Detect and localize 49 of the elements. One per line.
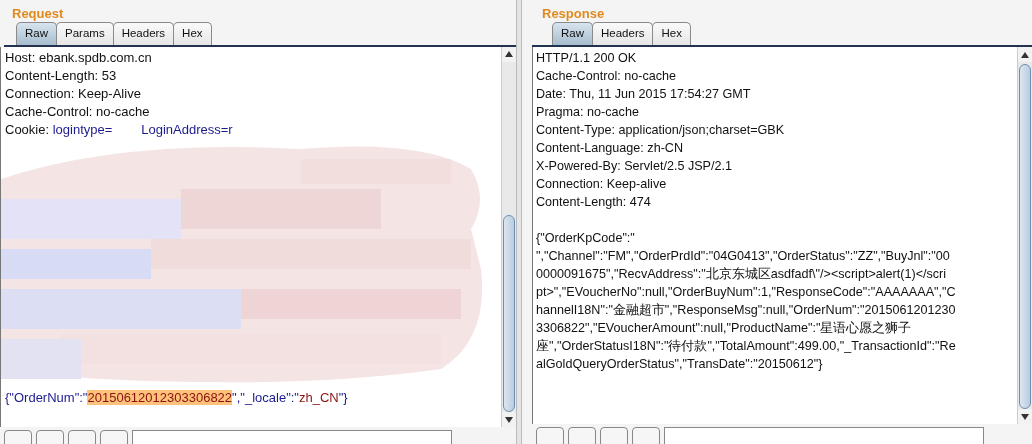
pane-title: Request: [11, 5, 65, 22]
toolbar-button[interactable]: [536, 427, 564, 444]
code-line: Host: ebank.spdb.com.cn: [5, 49, 152, 67]
tab[interactable]: Raw: [16, 22, 57, 45]
scrollbar-thumb[interactable]: [1019, 64, 1031, 409]
scrollbar-thumb[interactable]: [503, 214, 515, 413]
toolbar-button[interactable]: [568, 427, 596, 444]
toolbar-button[interactable]: [632, 427, 660, 444]
code-line: Content-Language: zh-CN: [536, 140, 684, 157]
code-line: Connection: Keep-Alive: [5, 85, 141, 103]
code-line: Cookie: logintype= LoginAddress=r: [5, 121, 233, 139]
tab[interactable]: Hex: [652, 22, 691, 45]
code-line: pt>","EVoucherNo":null,"OrderBuyNum":1,"ResponseCode":"AAAAAAA","C: [536, 284, 956, 301]
code-line: 座","OrderStatusI18N":"待付款","TotalAmount":499.00,"_TransactionId":"Re: [536, 338, 956, 355]
scroll-down-button[interactable]: [502, 412, 516, 427]
toolbar-button[interactable]: [4, 430, 32, 444]
code-line: alGoldQueryOrderStatus","TransDate":"20150612"}: [536, 356, 823, 373]
code-line: Cache-Control: no-cache: [536, 68, 676, 85]
scroll-down-button[interactable]: [1018, 409, 1032, 424]
toolbar-button[interactable]: [600, 427, 628, 444]
toolbar-button[interactable]: [36, 430, 64, 444]
code-line: Connection: Keep-alive: [536, 176, 667, 193]
tab[interactable]: Params: [56, 22, 114, 45]
code-line: {"OrderKpCode":": [536, 230, 635, 247]
search-field[interactable]: [132, 430, 452, 444]
code-line: HTTP/1.1 200 OK: [536, 50, 637, 67]
up-arrow-icon: [1021, 51, 1029, 58]
code-line: Content-Length: 474: [536, 194, 651, 211]
code-line: X-Powered-By: Servlet/2.5 JSP/2.1: [536, 158, 732, 175]
code-line: Content-Length: 53: [5, 67, 117, 85]
code-line: 0000091675","RecvAddress":"北京东城区asdfadf\"/><script>alert(1)</scri: [536, 266, 947, 283]
tab[interactable]: Raw: [552, 22, 593, 45]
tab[interactable]: Headers: [112, 22, 175, 45]
scroll-up-button[interactable]: [1018, 47, 1032, 62]
code-line: ","Channel":"FM","OrderPrdId":"04G0413","OrderStatus":"ZZ","BuyJnl":"00: [536, 248, 950, 265]
code-line: hannelI18N":"金融超市","ResponseMsg":null,"OrderNum":"2015061201230: [536, 302, 956, 319]
search-field[interactable]: [664, 427, 984, 444]
code-line: Date: Thu, 11 Jun 2015 17:54:27 GMT: [536, 86, 751, 103]
code-line: Cache-Control: no-cache: [5, 103, 150, 121]
toolbar-button[interactable]: [68, 430, 96, 444]
scroll-up-button[interactable]: [502, 47, 516, 62]
pane-title: Response: [541, 5, 606, 22]
toolbar-button[interactable]: [100, 430, 128, 444]
tab[interactable]: Headers: [592, 22, 654, 45]
code-line: Pragma: no-cache: [536, 104, 639, 121]
down-arrow-icon: [1021, 413, 1029, 420]
code-line: 3306822","EVoucherAmount":null,"ProductName":"星语心愿之狮子: [536, 320, 912, 337]
tab[interactable]: Hex: [173, 22, 212, 45]
code-line: Content-Type: application/json;charset=GBK: [536, 122, 785, 139]
